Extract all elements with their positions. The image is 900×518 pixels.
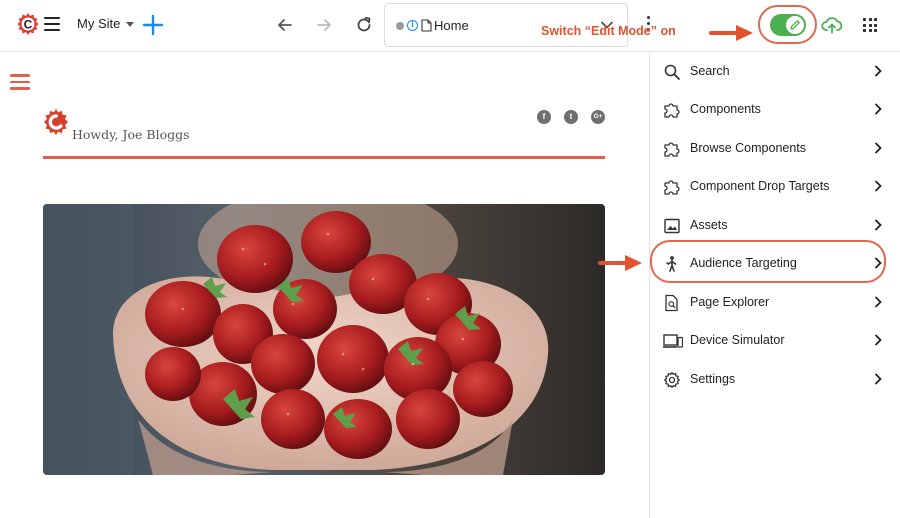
greeting-text: Howdy, Joe Bloggs: [72, 127, 190, 142]
crafter-logo-icon[interactable]: C: [16, 12, 40, 38]
devices-icon: [663, 334, 683, 348]
panel-item-label: Components: [690, 102, 761, 116]
annotation-arrow-icon: [709, 25, 753, 41]
twitter-icon[interactable]: t: [564, 110, 578, 124]
site-selector[interactable]: My Site: [77, 16, 135, 31]
address-text: Home: [434, 18, 469, 33]
panel-item-label: Browse Components: [690, 141, 807, 155]
google-plus-icon[interactable]: G+: [591, 110, 605, 124]
panel-item-label: Settings: [690, 372, 736, 386]
highlight-ring: [650, 240, 886, 283]
caret-down-icon: [126, 22, 135, 27]
chevron-right-icon: [875, 180, 882, 192]
page-preview: Howdy, Joe Bloggs f t G+: [0, 53, 649, 518]
edit-mode-annotation: Switch “Edit Mode” on: [541, 24, 676, 38]
gear-icon: [664, 371, 680, 389]
site-menu-icon[interactable]: [10, 74, 30, 90]
apps-grid-icon[interactable]: [863, 18, 877, 32]
site-name: My Site: [77, 16, 121, 31]
svg-text:C: C: [24, 17, 33, 31]
page-search-icon: [665, 294, 678, 312]
back-arrow-icon[interactable]: [275, 15, 295, 35]
panel-item-page-explorer[interactable]: Page Explorer: [650, 284, 900, 322]
menu-icon[interactable]: [44, 17, 60, 31]
chevron-right-icon: [875, 296, 882, 308]
panel-item-component-drop-targets[interactable]: Component Drop Targets: [650, 168, 900, 206]
panel-item-settings[interactable]: Settings: [650, 361, 900, 399]
add-icon[interactable]: [142, 14, 164, 36]
forward-arrow-icon[interactable]: [314, 15, 334, 35]
cloud-upload-icon[interactable]: [821, 15, 843, 35]
annotation-arrow-icon: [598, 255, 642, 271]
status-dot-icon: [396, 22, 404, 30]
chevron-right-icon: [875, 373, 882, 385]
image-icon: [664, 218, 680, 234]
panel-item-label: Search: [690, 64, 730, 78]
panel-item-label: Device Simulator: [690, 333, 785, 347]
panel-item-browse-components[interactable]: Browse Components: [650, 130, 900, 168]
panel-item-label: Component Drop Targets: [690, 179, 830, 193]
tools-panel: Search Components Browse Components Comp…: [649, 53, 900, 518]
panel-item-device-simulator[interactable]: Device Simulator: [650, 322, 900, 360]
puzzle-icon: [664, 180, 680, 195]
chevron-right-icon: [875, 334, 882, 346]
search-icon: [664, 64, 680, 80]
pencil-icon: [790, 20, 800, 30]
refresh-icon[interactable]: [354, 15, 374, 35]
panel-item-label: Page Explorer: [690, 295, 770, 309]
top-toolbar: C My Site i Home Switch “Edit Mode” on: [0, 0, 900, 52]
edit-mode-toggle[interactable]: [770, 14, 806, 36]
chevron-right-icon: [875, 103, 882, 115]
chevron-right-icon: [875, 142, 882, 154]
strawberries-hero-image: [43, 204, 605, 475]
chevron-right-icon: [875, 65, 882, 77]
chevron-right-icon: [875, 219, 882, 231]
panel-item-label: Assets: [690, 218, 728, 232]
panel-item-components[interactable]: Components: [650, 91, 900, 129]
site-logo-icon: [44, 109, 68, 135]
header-divider: [43, 156, 605, 159]
document-icon: [421, 19, 432, 32]
info-icon[interactable]: i: [407, 20, 418, 31]
facebook-icon[interactable]: f: [537, 110, 551, 124]
panel-item-search[interactable]: Search: [650, 53, 900, 91]
puzzle-icon: [664, 142, 680, 157]
puzzle-icon: [664, 103, 680, 118]
